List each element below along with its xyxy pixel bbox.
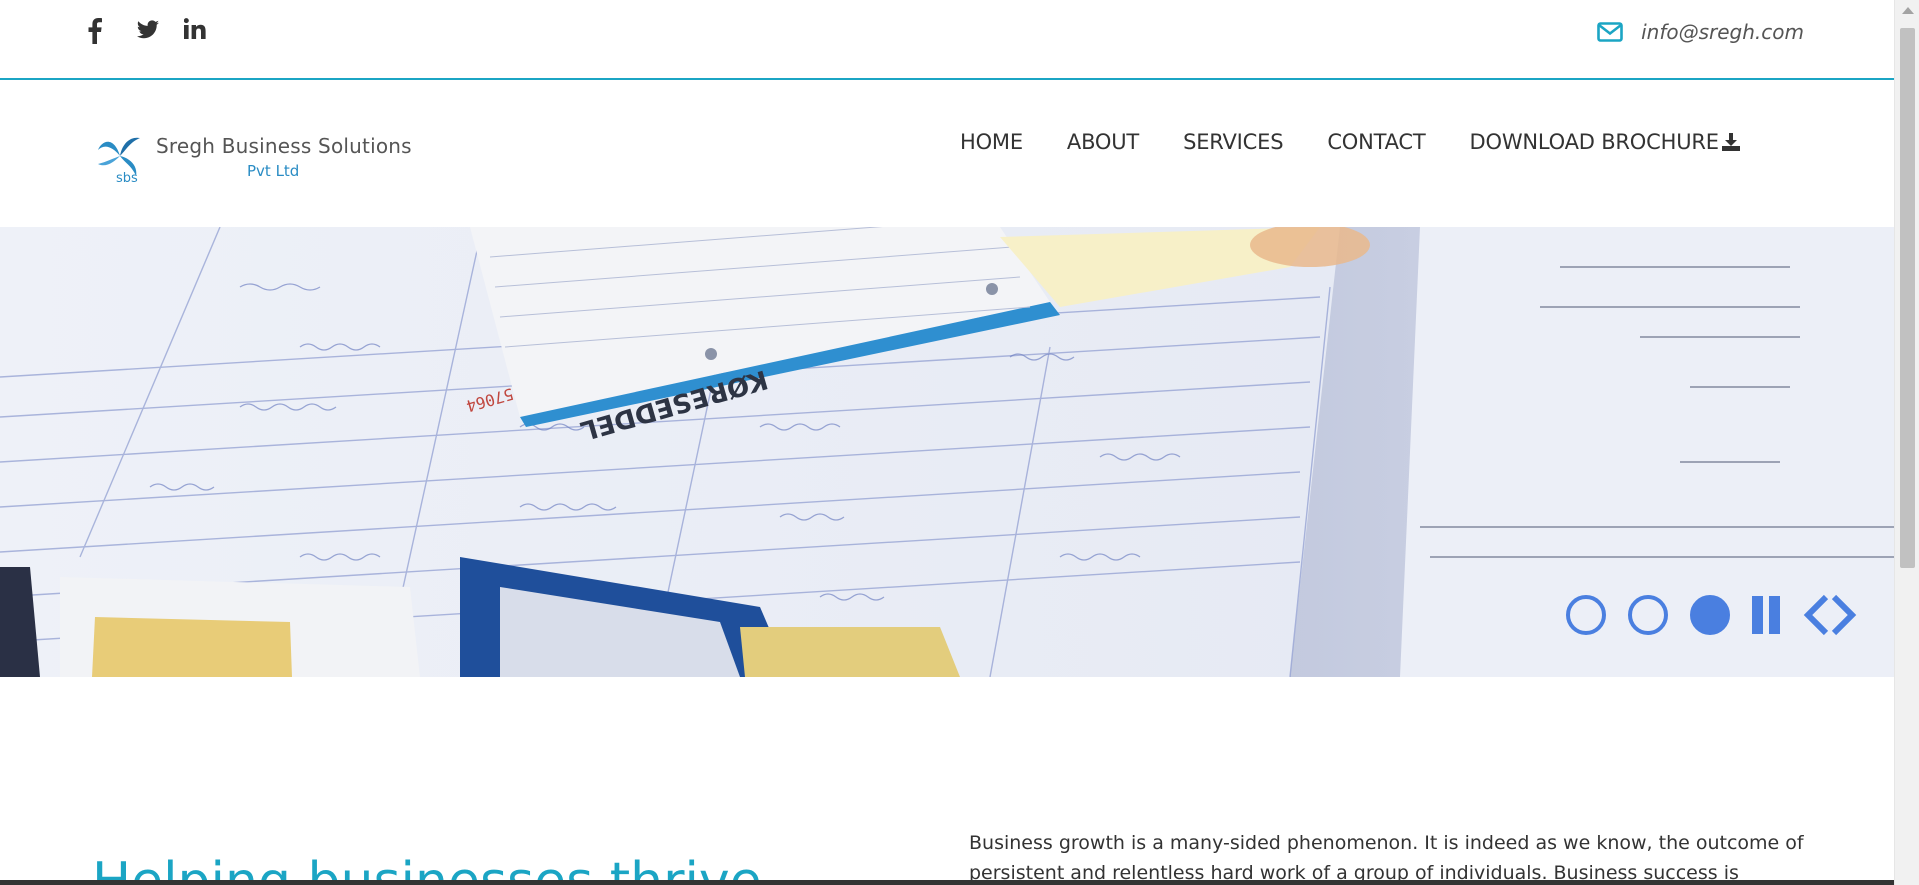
nav-download-brochure[interactable]: DOWNLOAD BROCHURE [1470, 130, 1741, 154]
linkedin-link[interactable] [184, 18, 232, 48]
logo-mark-text: sbs [116, 171, 138, 184]
sbs-logo-icon: sbs [98, 137, 140, 184]
scroll-up-arrow-icon[interactable] [1902, 7, 1914, 14]
social-links [88, 18, 232, 48]
page: info@sregh.com sbs Sregh Business Soluti… [0, 0, 1894, 885]
slide-dot-1[interactable] [1566, 595, 1606, 635]
download-icon [1721, 133, 1740, 151]
envelope-icon [1597, 22, 1623, 42]
logo-text: Sregh Business Solutions Pvt Ltd [156, 128, 412, 180]
bottom-edge [0, 880, 1894, 885]
intro-text: Business growth is a many-sided phenomen… [969, 832, 1804, 884]
site-header: sbs Sregh Business Solutions Pvt Ltd HOM… [0, 82, 1894, 227]
slider-controls [1566, 593, 1858, 637]
contact-email[interactable]: info@sregh.com [1597, 20, 1804, 44]
nav-services[interactable]: SERVICES [1183, 130, 1283, 154]
hero-slider: KØRESEDDEL 57064 [0, 227, 1894, 677]
nav-about[interactable]: ABOUT [1067, 130, 1139, 154]
logo[interactable]: sbs Sregh Business Solutions Pvt Ltd [92, 128, 412, 184]
scrollbar-thumb[interactable] [1900, 28, 1915, 568]
logo-name: Sregh Business Solutions [156, 134, 412, 158]
slider-arrows-icon[interactable] [1802, 593, 1858, 637]
twitter-icon [137, 20, 159, 39]
twitter-link[interactable] [136, 18, 184, 48]
email-text[interactable]: info@sregh.com [1641, 20, 1804, 44]
slide-dot-3[interactable] [1690, 595, 1730, 635]
slide-dot-2[interactable] [1628, 595, 1668, 635]
nav-download-brochure-label: DOWNLOAD BROCHURE [1469, 130, 1720, 154]
vertical-scrollbar[interactable] [1894, 0, 1919, 885]
nav-contact[interactable]: CONTACT [1327, 130, 1425, 154]
logo-subtitle: Pvt Ltd [247, 162, 300, 180]
pause-icon [1752, 596, 1763, 634]
main-nav: HOME ABOUT SERVICES CONTACT DOWNLOAD BRO… [960, 130, 1741, 154]
facebook-link[interactable] [88, 18, 136, 48]
nav-home[interactable]: HOME [960, 130, 1023, 154]
top-bar: info@sregh.com [0, 0, 1894, 80]
pause-button[interactable] [1752, 596, 1780, 634]
facebook-icon [88, 18, 102, 44]
linkedin-icon [184, 18, 206, 39]
